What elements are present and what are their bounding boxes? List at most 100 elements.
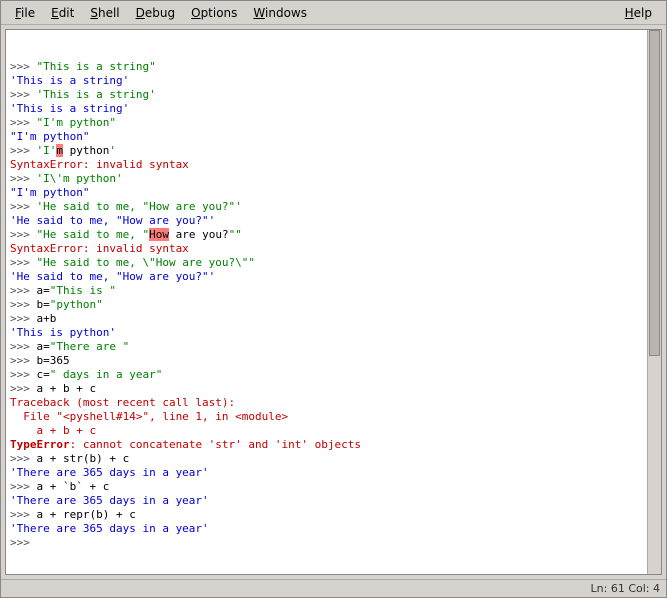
shell-error-text: Traceback (most recent call last): bbox=[10, 396, 235, 409]
shell-prompt: >>> bbox=[10, 340, 37, 353]
shell-code-text: "He said to me, \"How are you?\"" bbox=[37, 256, 256, 269]
shell-code-text: b= bbox=[37, 298, 50, 311]
shell-output-text: 'He said to me, "How are you?"' bbox=[10, 214, 215, 227]
shell-code-text: "python" bbox=[50, 298, 103, 311]
shell-error-text: SyntaxError: invalid syntax bbox=[10, 242, 189, 255]
menu-shell[interactable]: Shell bbox=[82, 3, 127, 23]
shell-error-text: TypeError bbox=[10, 438, 70, 451]
menubar: File Edit Shell Debug Options Windows He… bbox=[1, 1, 666, 25]
shell-line: >>> 'He said to me, "How are you?"' bbox=[10, 200, 657, 214]
shell-code-text: 'This is a string' bbox=[37, 88, 156, 101]
menu-edit[interactable]: Edit bbox=[43, 3, 82, 23]
shell-code-text: "There are " bbox=[50, 340, 129, 353]
shell-prompt: >>> bbox=[10, 298, 37, 311]
shell-code-text: ' bbox=[109, 144, 116, 157]
shell-line: TypeError: cannot concatenate 'str' and … bbox=[10, 438, 657, 452]
shell-prompt: >>> bbox=[10, 508, 37, 521]
shell-line: 'There are 365 days in a year' bbox=[10, 522, 657, 536]
shell-line: >>> "This is a string" bbox=[10, 60, 657, 74]
shell-output-text: 'There are 365 days in a year' bbox=[10, 494, 209, 507]
shell-code-text: c= bbox=[37, 368, 50, 381]
shell-prompt: >>> bbox=[10, 116, 37, 129]
shell-prompt: >>> bbox=[10, 382, 37, 395]
shell-output-text: 'He said to me, "How are you?"' bbox=[10, 270, 215, 283]
shell-error-text: a + b + c bbox=[10, 424, 96, 437]
shell-line: >>> bbox=[10, 536, 657, 550]
statusbar: Ln: 61 Col: 4 bbox=[1, 579, 666, 597]
shell-prompt: >>> bbox=[10, 88, 37, 101]
shell-line: >>> b="python" bbox=[10, 298, 657, 312]
shell-code-text: a + b + c bbox=[37, 382, 97, 395]
menu-windows[interactable]: Windows bbox=[245, 3, 315, 23]
shell-output-text: 'This is python' bbox=[10, 326, 116, 339]
shell-prompt: >>> bbox=[10, 536, 37, 549]
shell-output-text: 'This is a string' bbox=[10, 102, 129, 115]
shell-prompt: >>> bbox=[10, 228, 37, 241]
shell-line: >>> "I'm python" bbox=[10, 116, 657, 130]
shell-prompt: >>> bbox=[10, 480, 37, 493]
shell-output-text: "I'm python" bbox=[10, 186, 89, 199]
shell-line: >>> a+b bbox=[10, 312, 657, 326]
shell-code-text: "He said to me, " bbox=[37, 228, 150, 241]
shell-code-text: a+b bbox=[37, 312, 57, 325]
shell-line: 'This is a string' bbox=[10, 74, 657, 88]
shell-line: >>> 'I\'m python' bbox=[10, 172, 657, 186]
shell-line: >>> a="This is " bbox=[10, 284, 657, 298]
syntax-error-highlight: How bbox=[149, 228, 169, 241]
shell-error-text: : cannot concatenate 'str' and 'int' obj… bbox=[70, 438, 361, 451]
vertical-scrollbar[interactable] bbox=[647, 30, 661, 574]
shell-output-text: "I'm python" bbox=[10, 130, 89, 143]
shell-line: a + b + c bbox=[10, 424, 657, 438]
shell-code-text: "This is " bbox=[50, 284, 116, 297]
shell-code-text: a= bbox=[37, 340, 50, 353]
shell-code-text: are you? bbox=[169, 228, 229, 241]
shell-prompt: >>> bbox=[10, 452, 37, 465]
shell-code-text: b=365 bbox=[37, 354, 70, 367]
shell-prompt: >>> bbox=[10, 256, 37, 269]
shell-line: 'This is a string' bbox=[10, 102, 657, 116]
shell-error-text: File "<pyshell#14>", line 1, in <module> bbox=[10, 410, 288, 423]
shell-code-text: a + str(b) + c bbox=[37, 452, 130, 465]
shell-line: >>> a + str(b) + c bbox=[10, 452, 657, 466]
shell-line: 'He said to me, "How are you?"' bbox=[10, 270, 657, 284]
shell-line: SyntaxError: invalid syntax bbox=[10, 158, 657, 172]
shell-code-text: 'He said to me, "How are you?"' bbox=[37, 200, 242, 213]
shell-prompt: >>> bbox=[10, 354, 37, 367]
shell-output-text: 'This is a string' bbox=[10, 74, 129, 87]
shell-container: >>> "This is a string"'This is a string'… bbox=[1, 25, 666, 579]
shell-line: >>> a + repr(b) + c bbox=[10, 508, 657, 522]
shell-line: 'He said to me, "How are you?"' bbox=[10, 214, 657, 228]
shell-line: >>> 'I'm python' bbox=[10, 144, 657, 158]
shell-code-text: "This is a string" bbox=[37, 60, 156, 73]
shell-line: >>> a + b + c bbox=[10, 382, 657, 396]
shell-prompt: >>> bbox=[10, 312, 37, 325]
shell-line: >>> 'This is a string' bbox=[10, 88, 657, 102]
menu-options[interactable]: Options bbox=[183, 3, 245, 23]
shell-line: "I'm python" bbox=[10, 130, 657, 144]
python-shell[interactable]: >>> "This is a string"'This is a string'… bbox=[5, 29, 662, 575]
shell-prompt: >>> bbox=[10, 200, 37, 213]
shell-prompt: >>> bbox=[10, 144, 37, 157]
cursor-position: Ln: 61 Col: 4 bbox=[591, 582, 660, 595]
shell-code-text: " days in a year" bbox=[50, 368, 163, 381]
menu-help[interactable]: Help bbox=[617, 3, 660, 23]
menu-debug[interactable]: Debug bbox=[128, 3, 183, 23]
shell-code-text: 'I' bbox=[37, 144, 57, 157]
shell-prompt: >>> bbox=[10, 284, 37, 297]
shell-error-text: SyntaxError: invalid syntax bbox=[10, 158, 189, 171]
shell-line: >>> "He said to me, "How are you?"" bbox=[10, 228, 657, 242]
syntax-error-highlight: m bbox=[56, 144, 63, 157]
scrollbar-thumb[interactable] bbox=[649, 30, 660, 356]
shell-line: File "<pyshell#14>", line 1, in <module> bbox=[10, 410, 657, 424]
shell-code-text: a= bbox=[37, 284, 50, 297]
shell-line: 'There are 365 days in a year' bbox=[10, 466, 657, 480]
shell-prompt: >>> bbox=[10, 368, 37, 381]
shell-line: >>> a="There are " bbox=[10, 340, 657, 354]
shell-line: >>> "He said to me, \"How are you?\"" bbox=[10, 256, 657, 270]
shell-output-text: 'There are 365 days in a year' bbox=[10, 466, 209, 479]
shell-output-text: 'There are 365 days in a year' bbox=[10, 522, 209, 535]
menu-file[interactable]: File bbox=[7, 3, 43, 23]
shell-line: >>> a + `b` + c bbox=[10, 480, 657, 494]
shell-prompt: >>> bbox=[10, 60, 37, 73]
shell-line: 'This is python' bbox=[10, 326, 657, 340]
